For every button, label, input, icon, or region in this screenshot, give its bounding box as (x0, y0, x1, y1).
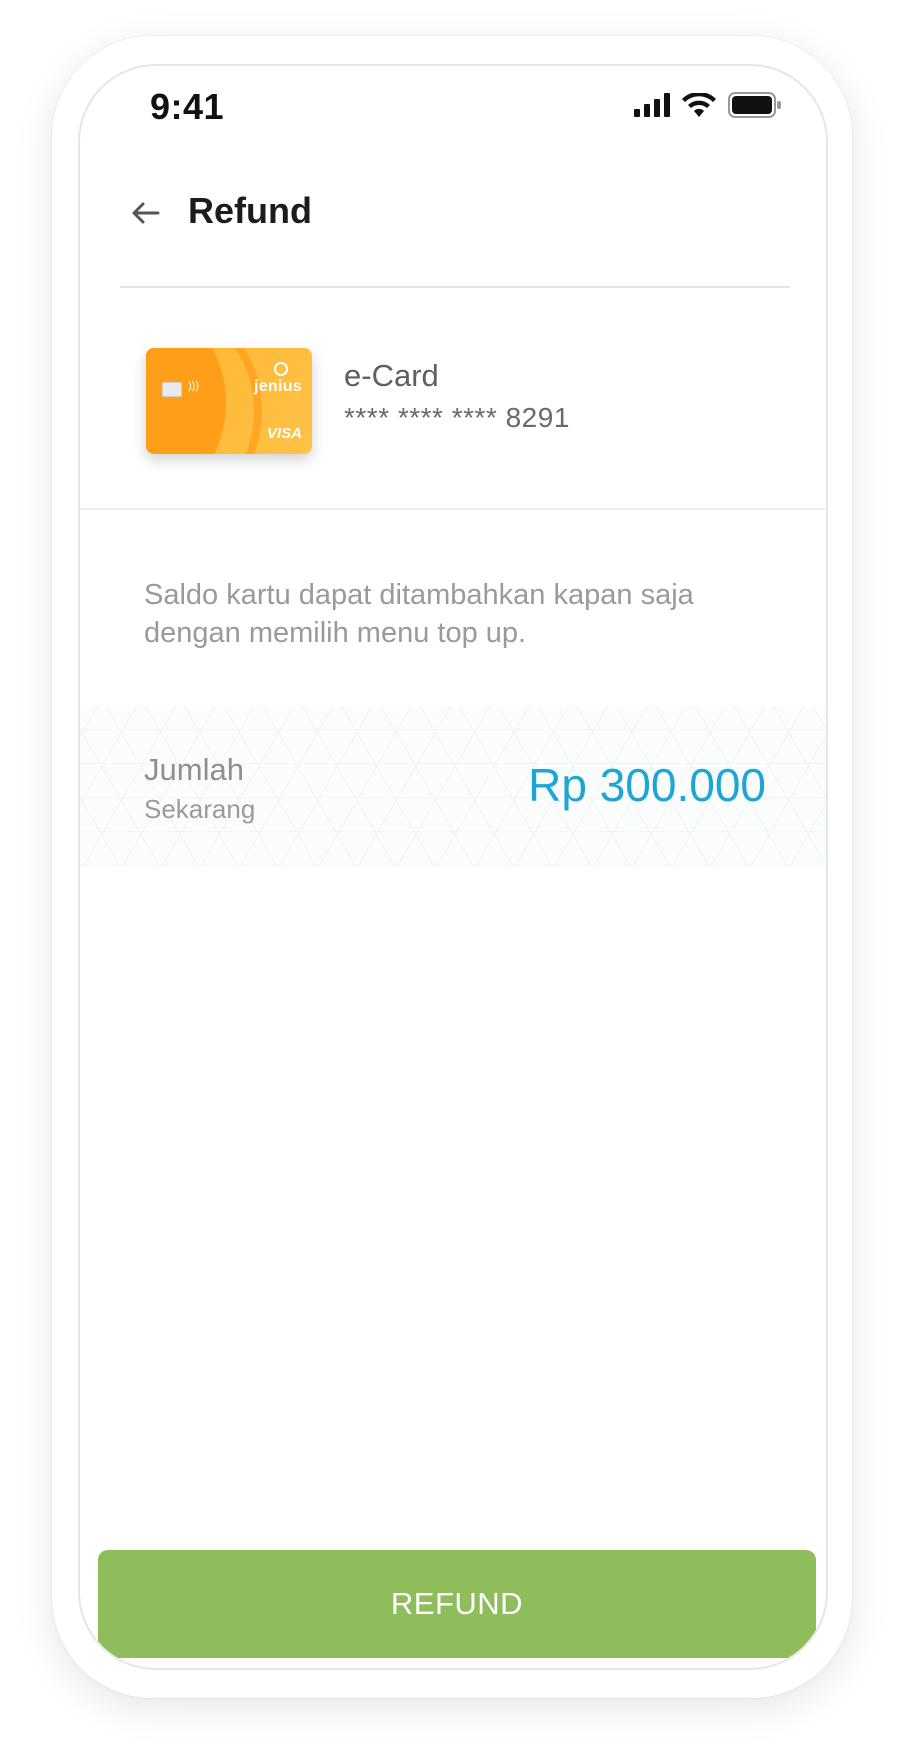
header-divider (120, 286, 790, 288)
phone-screen: 9:41 Refund ))) jenius VISA e-Card **** … (78, 64, 828, 1670)
card-thumbnail: ))) jenius VISA (146, 348, 312, 454)
arrow-left-icon[interactable] (128, 196, 162, 230)
refund-button[interactable]: REFUND (98, 1550, 816, 1658)
page-title: Refund (188, 190, 312, 231)
section-divider (80, 508, 826, 510)
amount-section: Jumlah Sekarang Rp 300.000 (80, 706, 826, 866)
battery-icon (728, 92, 781, 118)
card-name: e-Card (344, 358, 439, 393)
info-text: Saldo kartu dapat ditambahkan kapan saja… (144, 579, 694, 649)
status-icons (634, 92, 782, 118)
signal-icon (634, 93, 670, 117)
amount-value: Rp 300.000 (528, 759, 766, 811)
wifi-icon (682, 93, 716, 117)
card-number: **** **** **** 8291 (344, 402, 570, 433)
card-decoration (146, 348, 262, 454)
card-network: VISA (266, 425, 302, 442)
jenius-logo-icon (274, 362, 288, 376)
amount-sublabel: Sekarang (144, 794, 256, 824)
card-brand: jenius (253, 378, 302, 395)
amount-label: Jumlah (144, 752, 244, 787)
contactless-icon: ))) (188, 380, 199, 392)
card-chip-icon (162, 382, 182, 397)
status-time: 9:41 (150, 86, 225, 127)
